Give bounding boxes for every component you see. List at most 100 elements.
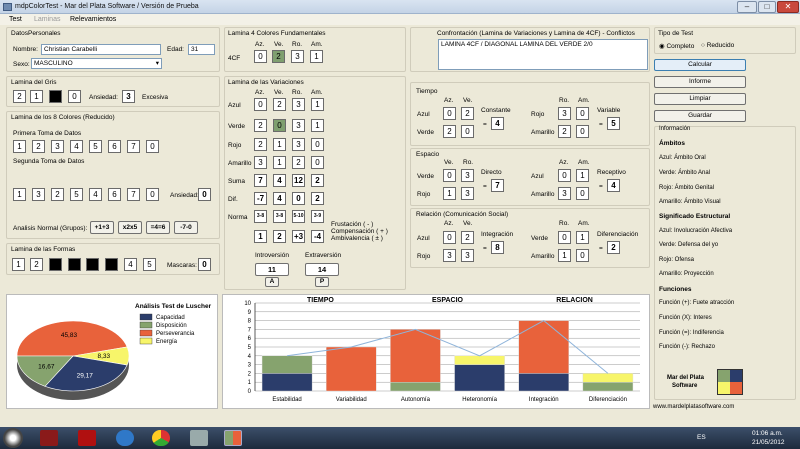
gris-cell-black[interactable] (49, 90, 62, 103)
variaciones-cell[interactable]: 3-8 (254, 210, 267, 223)
radio-reducido[interactable]: ○ Reducido (701, 42, 734, 49)
nombre-input[interactable]: Christian Carabelli (41, 44, 161, 55)
variaciones-cell[interactable]: 0 (311, 138, 324, 151)
variaciones-cell[interactable]: 1 (254, 230, 267, 243)
espacio-cell[interactable]: 0 (443, 169, 456, 182)
variaciones-cell[interactable]: 0 (311, 156, 324, 169)
variaciones-cell[interactable]: 3 (292, 98, 305, 111)
calcular-button[interactable]: Calcular (654, 59, 746, 71)
variaciones-cell[interactable]: 7 (254, 174, 267, 187)
variaciones-cell[interactable]: 2 (254, 138, 267, 151)
website-link[interactable]: www.mardelplatasoftware.com (653, 404, 734, 410)
gris-cell[interactable]: 1 (30, 90, 43, 103)
espacio-cell[interactable]: 1 (576, 169, 589, 182)
segunda-toma-cell[interactable]: 1 (13, 188, 26, 201)
primera-toma-cell[interactable]: 6 (108, 140, 121, 153)
relacion-cell[interactable]: 0 (558, 231, 571, 244)
ie-icon[interactable] (116, 430, 134, 446)
tiempo-cell[interactable]: 3 (558, 107, 571, 120)
relacion-cell[interactable]: 0 (443, 231, 456, 244)
menu-laminas[interactable]: Laminas (34, 16, 60, 23)
forma-cell-black[interactable] (86, 258, 99, 271)
clock-time[interactable]: 01:06 a.m. (752, 430, 783, 437)
fund-cell-highlight[interactable]: 2 (272, 50, 285, 63)
forma-cell-black[interactable] (68, 258, 81, 271)
forma-cell-black[interactable] (105, 258, 118, 271)
relacion-cell[interactable]: 2 (461, 231, 474, 244)
start-button-icon[interactable] (3, 428, 23, 448)
chrome-icon[interactable] (152, 430, 170, 446)
variaciones-cell[interactable]: 3-9 (311, 210, 324, 223)
forma-cell[interactable]: 1 (12, 258, 25, 271)
informe-button[interactable]: Informe (654, 76, 746, 88)
variaciones-cell[interactable]: 3 (292, 119, 305, 132)
radio-completo[interactable]: ◉ Completo (659, 42, 694, 50)
variaciones-cell[interactable]: 0 (273, 119, 286, 132)
tiempo-cell[interactable]: 0 (443, 107, 456, 120)
forma-cell[interactable]: 4 (124, 258, 137, 271)
tiempo-cell[interactable]: 2 (443, 125, 456, 138)
variaciones-cell[interactable]: 2 (311, 192, 324, 205)
edad-input[interactable]: 31 (188, 44, 215, 55)
variaciones-cell[interactable]: 1 (311, 98, 324, 111)
segunda-toma-cell[interactable]: 7 (127, 188, 140, 201)
minimize-button[interactable]: – (737, 1, 757, 13)
variaciones-cell[interactable]: 3 (292, 138, 305, 151)
segunda-toma-cell[interactable]: 2 (51, 188, 64, 201)
espacio-cell[interactable]: 3 (461, 187, 474, 200)
menu-test[interactable]: Test (9, 16, 22, 23)
segunda-toma-cell[interactable]: 5 (70, 188, 83, 201)
primera-toma-cell[interactable]: 0 (146, 140, 159, 153)
forma-cell-black[interactable] (49, 258, 62, 271)
espacio-cell[interactable]: 3 (558, 187, 571, 200)
relacion-cell[interactable]: 0 (576, 249, 589, 262)
variaciones-cell[interactable]: 1 (311, 119, 324, 132)
clock-date[interactable]: 21/05/2012 (752, 439, 785, 446)
guardar-button[interactable]: Guardar (654, 110, 746, 122)
espacio-cell[interactable]: 0 (558, 169, 571, 182)
fund-cell[interactable]: 1 (310, 50, 323, 63)
primera-toma-cell[interactable]: 2 (32, 140, 45, 153)
gris-cell[interactable]: 0 (68, 90, 81, 103)
variaciones-cell[interactable]: -7 (254, 192, 267, 205)
variaciones-cell[interactable]: 2 (254, 119, 267, 132)
variaciones-cell[interactable]: 2 (292, 156, 305, 169)
variaciones-cell[interactable]: 3-8 (273, 210, 286, 223)
variaciones-cell[interactable]: 2 (273, 230, 286, 243)
segunda-toma-cell[interactable]: 4 (89, 188, 102, 201)
segunda-toma-cell[interactable]: 3 (32, 188, 45, 201)
taskbar-app-icon[interactable] (78, 430, 96, 446)
variaciones-cell[interactable]: 1 (273, 138, 286, 151)
primera-toma-cell[interactable]: 7 (127, 140, 140, 153)
espacio-cell[interactable]: 0 (576, 187, 589, 200)
relacion-cell[interactable]: 1 (576, 231, 589, 244)
primera-toma-cell[interactable]: 1 (13, 140, 26, 153)
variaciones-cell[interactable]: 2 (273, 98, 286, 111)
variaciones-cell[interactable]: 4 (273, 192, 286, 205)
sexo-select[interactable]: MASCULINO ▾ (31, 58, 162, 69)
variaciones-cell[interactable]: 2 (311, 174, 324, 187)
variaciones-cell[interactable]: 1 (273, 156, 286, 169)
forma-cell[interactable]: 5 (143, 258, 156, 271)
relacion-cell[interactable]: 3 (443, 249, 456, 262)
espacio-cell[interactable]: 1 (443, 187, 456, 200)
relacion-cell[interactable]: 3 (461, 249, 474, 262)
fund-cell[interactable]: 0 (254, 50, 267, 63)
forma-cell[interactable]: 2 (30, 258, 43, 271)
primera-toma-cell[interactable]: 3 (51, 140, 64, 153)
menu-relevamientos[interactable]: Relevamientos (70, 16, 116, 23)
taskbar-app-icon[interactable] (190, 430, 208, 446)
variaciones-cell[interactable]: 4 (273, 174, 286, 187)
segunda-toma-cell[interactable]: 0 (146, 188, 159, 201)
segunda-toma-cell[interactable]: 6 (108, 188, 121, 201)
limpiar-button[interactable]: Limpiar (654, 93, 746, 105)
maximize-button[interactable]: □ (758, 1, 776, 13)
tiempo-cell[interactable]: 0 (576, 125, 589, 138)
tiempo-cell[interactable]: 0 (576, 107, 589, 120)
variaciones-cell[interactable]: 0 (254, 98, 267, 111)
variaciones-cell[interactable]: -4 (311, 230, 324, 243)
tiempo-cell[interactable]: 2 (461, 107, 474, 120)
primera-toma-cell[interactable]: 5 (89, 140, 102, 153)
gris-cell[interactable]: 2 (13, 90, 26, 103)
variaciones-cell[interactable]: 5-10 (292, 210, 305, 223)
